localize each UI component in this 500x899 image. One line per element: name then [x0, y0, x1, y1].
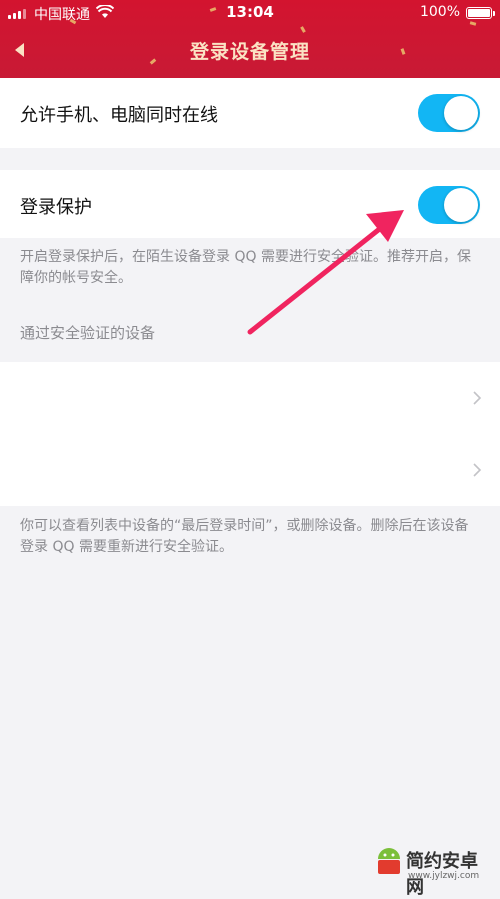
- page-title: 登录设备管理: [189, 41, 310, 63]
- device-footer-note: 你可以查看列表中设备的“最后登录时间”，或删除设备。删除后在该设备登录 QQ 需…: [20, 518, 469, 555]
- allow-online-row: 允许手机、电脑同时在线: [0, 78, 500, 148]
- toggle-knob: [444, 188, 478, 222]
- allow-online-toggle[interactable]: [418, 94, 480, 132]
- protection-description: 开启登录保护后，在陌生设备登录 QQ 需要进行安全验证。推荐开启，保障你的帐号安…: [20, 249, 471, 286]
- battery-percent: 100%: [419, 4, 460, 20]
- battery-icon: [466, 7, 495, 19]
- watermark-url: www.jylzwj.com: [408, 871, 480, 881]
- device-item[interactable]: [0, 434, 500, 506]
- android-logo-icon: [378, 848, 400, 874]
- allow-online-label: 允许手机、电脑同时在线: [20, 105, 218, 126]
- device-item[interactable]: [0, 362, 500, 434]
- header-bar: 中国联通 13:04 100% 登录设备管理: [0, 0, 500, 78]
- chevron-right-icon: [473, 463, 482, 477]
- confetti: [300, 26, 306, 33]
- section-title: 通过安全验证的设备: [20, 324, 156, 342]
- watermark: 简约安卓网 www.jylzwj.com: [370, 841, 490, 898]
- login-protection-toggle[interactable]: [418, 186, 480, 224]
- login-protection-row: 登录保护: [0, 170, 500, 238]
- login-protection-label: 登录保护: [20, 197, 92, 218]
- chevron-right-icon: [473, 391, 482, 405]
- toggle-knob: [444, 96, 478, 130]
- device-list: [0, 362, 500, 506]
- status-bar: 中国联通 13:04 100%: [0, 0, 500, 26]
